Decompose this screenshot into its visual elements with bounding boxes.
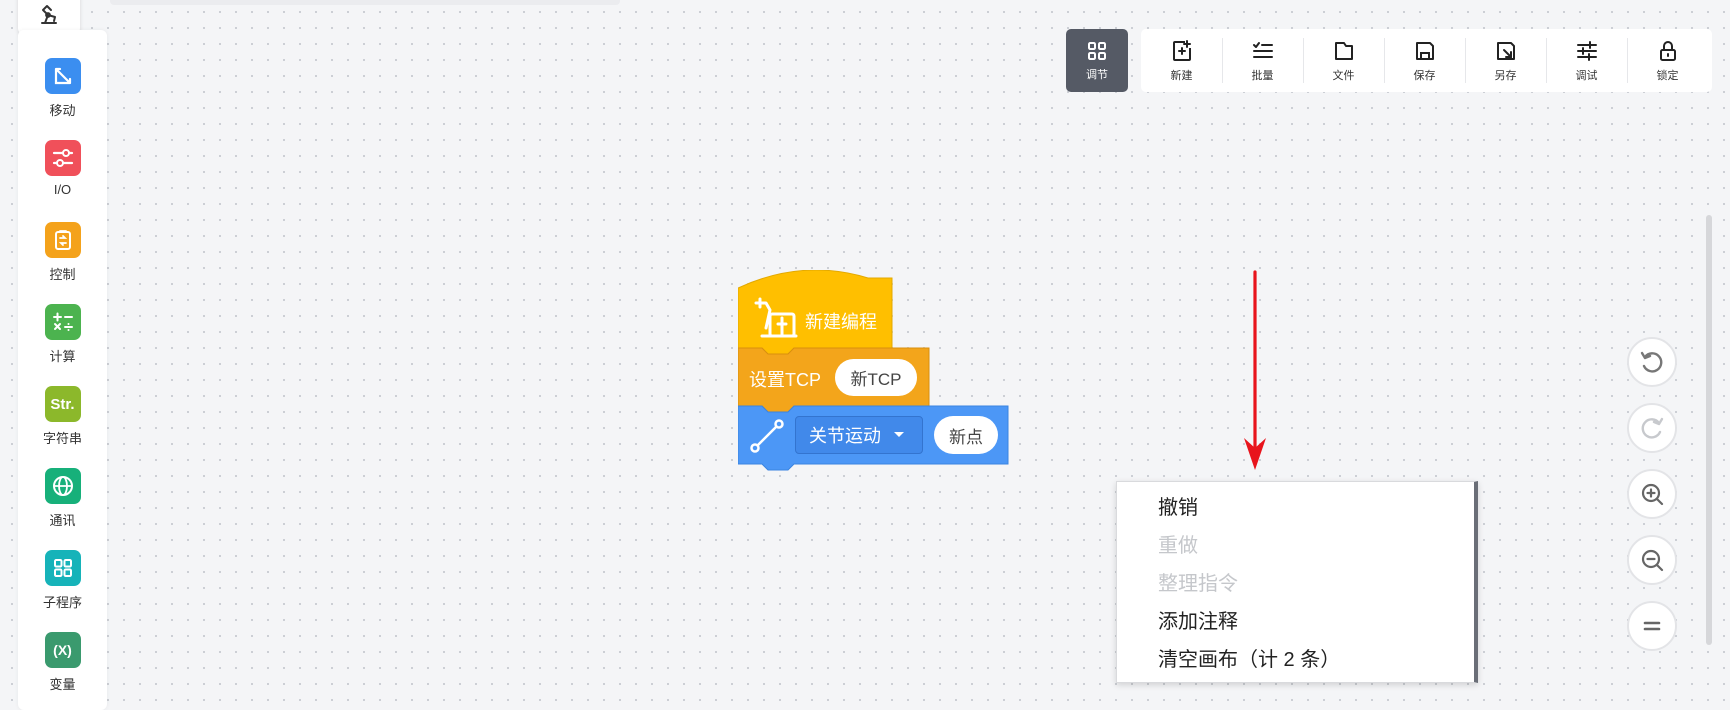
menu-item-clear-canvas[interactable]: 清空画布（计 2 条） — [1117, 641, 1474, 679]
vertical-scrollbar[interactable] — [1706, 215, 1712, 645]
lock-label: 锁定 — [1656, 69, 1679, 82]
point-value-pill[interactable]: 新点 — [934, 416, 998, 454]
batch-button[interactable]: 批量 — [1222, 29, 1303, 92]
control-clipboard-icon — [44, 222, 81, 258]
redo-icon — [1641, 417, 1664, 439]
sidebar-item-label: I/O — [53, 182, 72, 197]
file-icon — [1334, 41, 1353, 60]
lock-button[interactable]: 锁定 — [1627, 29, 1708, 92]
file-button[interactable]: 文件 — [1303, 29, 1384, 92]
undo-icon — [1640, 351, 1663, 373]
hat-block-label: 新建编程 — [805, 312, 877, 332]
debug-sliders-icon — [1576, 40, 1597, 61]
save-as-button[interactable]: 另存 — [1465, 29, 1546, 92]
io-sliders-icon — [44, 140, 81, 176]
reset-zoom-button[interactable] — [1627, 601, 1677, 651]
zoom-out-button[interactable] — [1627, 535, 1677, 585]
menu-item-tidy-blocks[interactable]: 整理指令 — [1117, 565, 1474, 603]
sidebar-item-label: 通讯 — [49, 513, 76, 528]
sidebar-item-string[interactable]: Str. 字符串 — [18, 386, 107, 447]
sidebar-item-label: 字符串 — [42, 431, 82, 446]
sidebar-item-io[interactable]: I/O — [18, 140, 107, 197]
save-label: 保存 — [1413, 69, 1436, 82]
sidebar-item-variable[interactable]: (X) 变量 — [18, 632, 107, 693]
menu-item-undo[interactable]: 撤销 — [1117, 489, 1474, 527]
debug-button[interactable]: 调试 — [1546, 29, 1627, 92]
new-icon — [1172, 39, 1191, 61]
save-as-icon — [1496, 41, 1515, 60]
globe-icon — [44, 468, 81, 504]
redo-button[interactable] — [1627, 403, 1677, 453]
annotation-arrow — [1244, 270, 1266, 470]
grid-icon — [44, 550, 81, 586]
batch-label: 批量 — [1251, 69, 1274, 82]
batch-list-icon — [1252, 41, 1273, 58]
menu-item-add-comment[interactable]: 添加注释 — [1117, 603, 1474, 641]
adjust-label: 调节 — [1086, 68, 1108, 81]
caret-down-icon — [894, 432, 904, 437]
new-label: 新建 — [1170, 69, 1193, 82]
save-icon — [1415, 41, 1434, 60]
save-as-label: 另存 — [1494, 69, 1517, 82]
sidebar-item-comm[interactable]: 通讯 — [18, 468, 107, 529]
adjust-button[interactable]: 调节 — [1066, 29, 1128, 92]
file-label: 文件 — [1332, 69, 1355, 82]
toolbar: 新建 批量 文件 保存 另存 调试 锁定 — [1141, 29, 1712, 92]
top-strip — [110, 0, 620, 5]
sidebar-item-label: 控制 — [49, 267, 76, 282]
sidebar-item-label: 移动 — [49, 103, 76, 118]
sidebar-item-calc[interactable]: 计算 — [18, 304, 107, 365]
context-menu: 撤销 重做 整理指令 添加注释 清空画布（计 2 条） — [1116, 481, 1478, 683]
sidebar-item-label: 子程序 — [42, 595, 82, 610]
zoom-out-icon — [1641, 549, 1664, 572]
robot-arm-icon — [41, 5, 57, 24]
tcp-value-pill[interactable]: 新TCP — [835, 359, 917, 396]
sidebar-item-label: 变量 — [49, 677, 76, 692]
set-tcp-label: 设置TCP — [749, 370, 821, 390]
save-button[interactable]: 保存 — [1384, 29, 1465, 92]
variable-icon: (X) — [44, 632, 81, 668]
calculator-icon — [44, 304, 81, 340]
lock-icon — [1659, 40, 1676, 61]
menu-item-redo[interactable]: 重做 — [1117, 527, 1474, 565]
undo-button[interactable] — [1627, 337, 1677, 387]
joint-move-label: 关节运动 — [809, 426, 881, 446]
move-arrows-icon — [44, 58, 81, 94]
category-sidebar: 移动 I/O 控制 计算 Str. 字符串 通讯 子程序 (X) 变量 — [18, 30, 107, 710]
sidebar-item-control[interactable]: 控制 — [18, 222, 107, 283]
reset-zoom-icon — [1643, 621, 1661, 631]
new-button[interactable]: 新建 — [1141, 29, 1222, 92]
grid-icon — [1088, 41, 1106, 60]
sidebar-item-label: 计算 — [49, 349, 76, 364]
zoom-in-button[interactable] — [1627, 469, 1677, 519]
sidebar-item-move[interactable]: 移动 — [18, 58, 107, 119]
zoom-in-icon — [1641, 483, 1664, 506]
program-blocks: 新建编程 设置TCP 新TCP 关节运动 新点 — [738, 270, 1010, 476]
joint-move-dropdown[interactable]: 关节运动 — [795, 416, 923, 454]
sidebar-item-subprogram[interactable]: 子程序 — [18, 550, 107, 611]
debug-label: 调试 — [1575, 69, 1598, 82]
string-icon: Str. — [44, 386, 81, 422]
